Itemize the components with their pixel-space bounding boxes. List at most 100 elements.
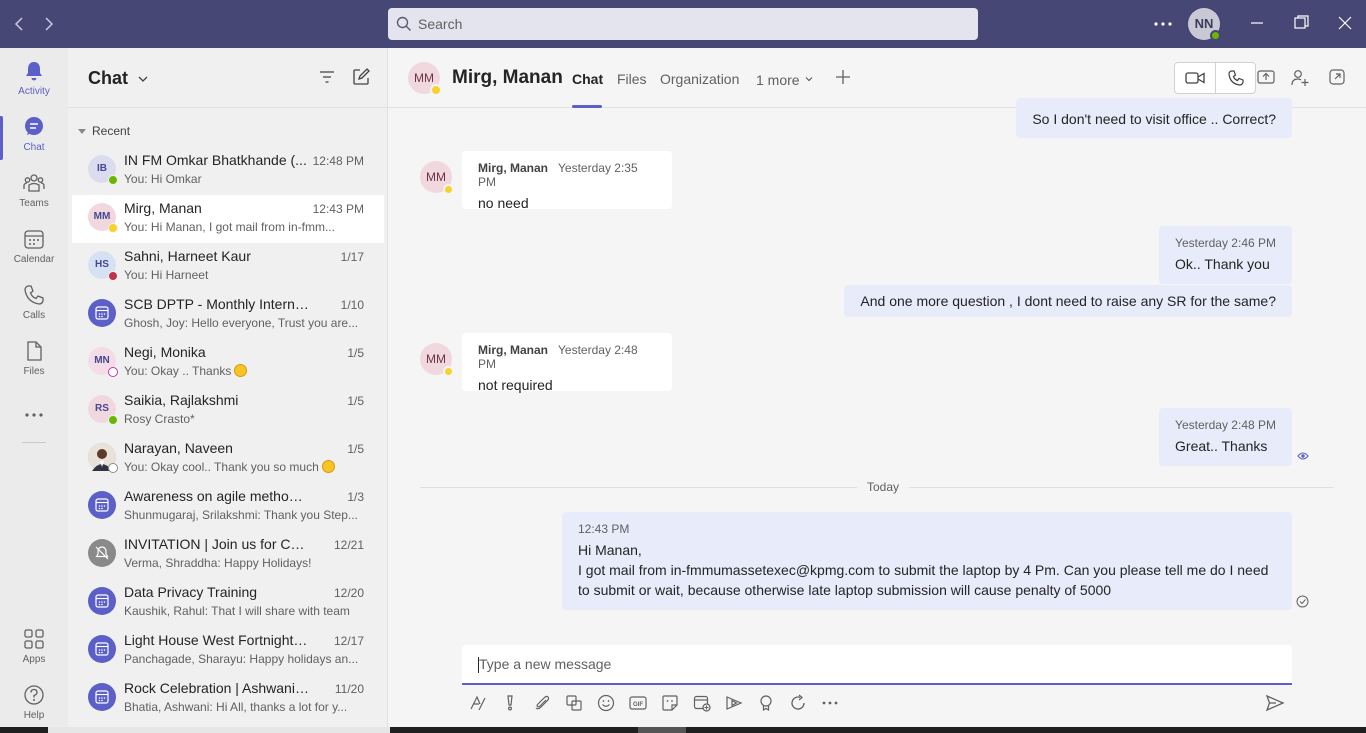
compose-box[interactable]: Type a new message <box>462 645 1292 685</box>
presence-offline-icon <box>108 463 118 473</box>
sender-avatar[interactable]: MM <box>420 161 454 195</box>
attach-icon[interactable] <box>533 694 551 712</box>
search-placeholder: Search <box>418 16 463 32</box>
settings-more-icon[interactable] <box>1152 14 1174 34</box>
message-meta: Mirg, Manan Yesterday 2:35 PM <box>478 161 656 189</box>
send-icon[interactable] <box>1265 693 1285 713</box>
chat-list-item[interactable]: Awareness on agile methodologi... 1/3 Shun… <box>72 483 384 531</box>
user-avatar[interactable]: NN <box>1188 8 1221 41</box>
schedule-meeting-icon[interactable] <box>693 694 711 712</box>
maximize-icon[interactable] <box>1290 12 1312 34</box>
help-icon <box>23 684 45 706</box>
message-outgoing[interactable]: And one more question , I dont need to r… <box>844 285 1292 317</box>
rail-label: Files <box>23 366 45 377</box>
chat-list-item[interactable]: MN Negi, Monika 1/5 You: Okay .. Thanks <box>72 339 384 387</box>
chat-list-item[interactable]: Data Privacy Training 12/20 Kaushik, Rahul… <box>72 579 384 627</box>
rail-calendar[interactable]: Calendar <box>0 222 68 278</box>
sticker-icon[interactable] <box>661 694 679 712</box>
minimize-icon[interactable] <box>1246 12 1268 34</box>
message-time: Yesterday 2:48 PM <box>1175 418 1276 432</box>
search-icon <box>396 16 412 32</box>
chat-icon <box>23 116 45 138</box>
avatar-initials: HS <box>95 259 109 270</box>
collapse-triangle-icon <box>78 129 86 135</box>
rail-more[interactable] <box>0 398 68 426</box>
sender-initials: MM <box>426 170 446 184</box>
contact-name[interactable]: Mirg, Manan <box>452 67 563 89</box>
avatar <box>88 539 116 567</box>
close-icon[interactable] <box>1334 12 1356 34</box>
rail-apps[interactable]: Apps <box>0 622 68 678</box>
chat-preview-text: You: Hi Manan, I got mail from in-fmm... <box>124 220 335 234</box>
rail-calls[interactable]: Calls <box>0 278 68 334</box>
refresh-icon[interactable] <box>789 694 807 712</box>
forward-arrow-icon[interactable] <box>38 14 58 34</box>
format-icon[interactable] <box>469 694 487 712</box>
message-outgoing[interactable]: Yesterday 2:46 PM Ok.. Thank you <box>1159 226 1292 284</box>
chat-preview-text: Shunmugaraj, Srilakshmi: Thank you Step.… <box>124 508 358 522</box>
chat-list-item[interactable]: INVITATION | Join us for Christ... 12/21 V… <box>72 531 384 579</box>
tab-organization[interactable]: Organization <box>660 71 739 87</box>
add-tab-icon[interactable] <box>834 68 852 86</box>
chat-list-item[interactable]: IB IN FM Omkar Bhatkhande (... 12:48 PM You… <box>72 147 384 195</box>
message-thread: So I don't need to visit office .. Corre… <box>388 98 1366 638</box>
message-line: Hi Manan, <box>578 542 642 558</box>
chat-preview-text: Ghosh, Joy: Hello everyone, Trust you ar… <box>124 316 359 330</box>
rail-teams[interactable]: Teams <box>0 166 68 222</box>
gif-icon[interactable]: GIF <box>629 694 647 712</box>
back-arrow-icon[interactable] <box>10 14 30 34</box>
rail-files[interactable]: Files <box>0 334 68 390</box>
loop-icon[interactable] <box>565 694 583 712</box>
meeting-calendar-icon <box>95 594 109 608</box>
teams-icon <box>23 172 45 194</box>
message-time: 12:43 PM <box>578 522 630 536</box>
chat-list-item[interactable]: SCB DPTP - Monthly Internal Hu... 1/10 Gho… <box>72 291 384 339</box>
recent-section-header[interactable]: Recent <box>78 124 130 138</box>
chat-list-item[interactable]: Light House West Fortnightly c... 12/17 Pa… <box>72 627 384 675</box>
chat-timestamp: 1/5 <box>347 346 364 360</box>
message-outgoing[interactable]: So I don't need to visit office .. Corre… <box>1016 98 1292 138</box>
share-screen-icon[interactable] <box>1257 69 1275 85</box>
chat-list-title[interactable]: Chat <box>88 68 128 89</box>
tab-more[interactable]: 1 more <box>756 71 814 88</box>
chat-list-pane: Chat Recent IB IN FM Omkar Bhatkhande (..… <box>68 48 388 733</box>
new-chat-icon[interactable] <box>352 68 370 86</box>
contact-avatar[interactable]: MM <box>408 62 442 96</box>
chat-list-item[interactable]: MM Mirg, Manan 12:43 PM You: Hi Manan, I go… <box>72 195 384 243</box>
rail-help[interactable]: Help <box>0 678 68 733</box>
avatar: MM <box>88 203 118 233</box>
meeting-chat-avatar <box>88 299 116 327</box>
taskbar-segment <box>48 727 390 733</box>
message-outgoing[interactable]: Yesterday 2:48 PM Great.. Thanks <box>1159 408 1292 466</box>
sender-avatar[interactable]: MM <box>420 343 454 377</box>
file-icon <box>23 340 45 362</box>
rail-chat[interactable]: Chat <box>0 110 68 166</box>
search-bar[interactable]: Search <box>388 8 978 40</box>
chat-list-item[interactable]: RS Saikia, Rajlakshmi 1/5 Rosy Crasto* <box>72 387 384 435</box>
message-incoming[interactable]: Mirg, Manan Yesterday 2:35 PM no need <box>462 151 672 211</box>
message-incoming[interactable]: Mirg, Manan Yesterday 2:48 PM not require… <box>462 333 672 393</box>
filter-icon[interactable] <box>319 69 335 85</box>
video-call-button[interactable] <box>1175 63 1215 93</box>
chat-list-item[interactable]: Narayan, Naveen 1/5 You: Okay cool.. Thank… <box>72 435 384 483</box>
meeting-chat-avatar <box>88 587 116 615</box>
praise-icon[interactable] <box>757 694 775 712</box>
rail-activity[interactable]: Activity <box>0 54 68 110</box>
message-outgoing[interactable]: 12:43 PM Hi Manan, I got mail from in-fm… <box>562 512 1292 610</box>
chat-list-item[interactable]: HS Sahni, Harneet Kaur 1/17 You: Hi Harneet <box>72 243 384 291</box>
chat-list-item[interactable]: Rock Celebration | Ashwani Bha... 11/20 Bh… <box>72 675 384 723</box>
audio-call-button[interactable] <box>1216 63 1256 93</box>
avatar-initials: MN <box>94 355 110 366</box>
pop-out-icon[interactable] <box>1329 69 1345 85</box>
emoji-icon[interactable] <box>597 694 615 712</box>
tab-more-label: 1 more <box>756 72 800 88</box>
tab-chat[interactable]: Chat <box>572 71 603 87</box>
add-people-icon[interactable] <box>1291 69 1309 87</box>
compose-placeholder: Type a new message <box>479 656 612 672</box>
more-options-icon[interactable] <box>821 694 839 712</box>
presence-status-icon <box>108 415 118 425</box>
important-icon[interactable] <box>501 694 519 712</box>
tab-files[interactable]: Files <box>617 71 647 87</box>
chevron-down-icon[interactable] <box>136 72 150 86</box>
stream-icon[interactable] <box>725 694 743 712</box>
